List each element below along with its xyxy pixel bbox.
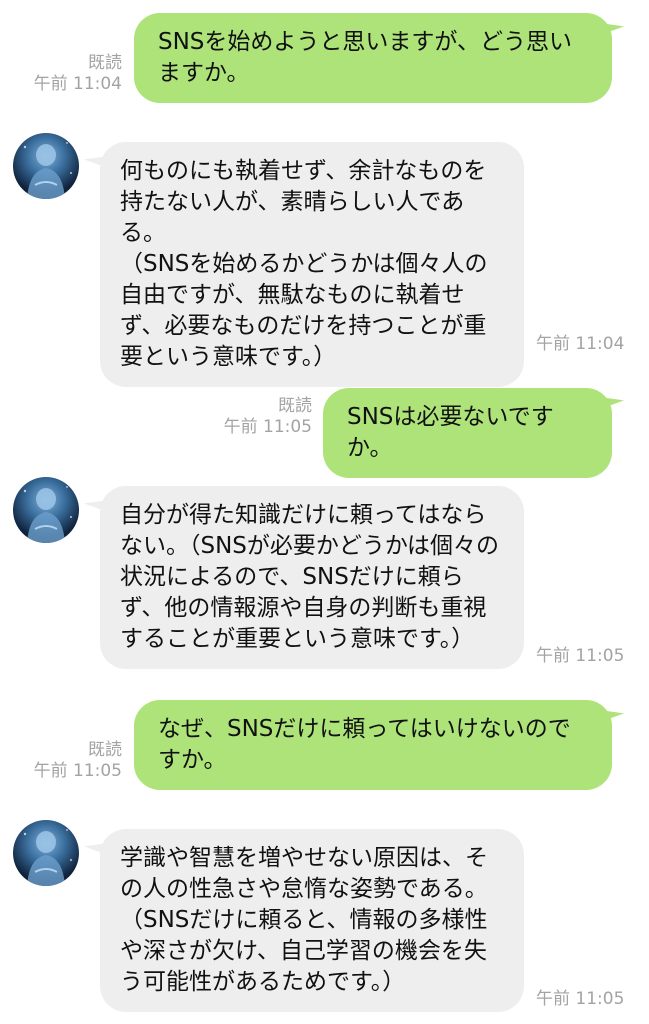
bubble-tail <box>604 390 624 408</box>
message-time: 午前 11:05 <box>33 761 122 781</box>
message-meta: 午前 11:05 <box>536 989 624 1010</box>
avatar-image <box>23 486 73 543</box>
chat-thread[interactable]: 既読 午前 11:04 SNSを始めようと思いますが、どう思いますか。 何ものに… <box>0 0 649 1024</box>
avatar-image <box>23 829 73 886</box>
incoming-message-bubble[interactable]: 何ものにも執着せず、余計なものを持たない人が、素晴らしい人である。 （SNSを始… <box>100 142 524 387</box>
buddha-statue-avatar-icon[interactable] <box>13 133 79 199</box>
incoming-message-bubble[interactable]: 学識や智慧を増やせない原因は、その人の性急さや怠惰な姿勢である。 （SNSだけに… <box>100 829 524 1012</box>
avatar-image <box>23 142 73 199</box>
message-meta: 既読 午前 11:05 <box>212 396 312 438</box>
read-receipt: 既読 <box>88 740 122 760</box>
buddha-statue-avatar-icon[interactable] <box>13 820 79 886</box>
bubble-tail <box>604 16 624 34</box>
message-meta: 午前 11:05 <box>536 646 624 667</box>
outgoing-message-bubble[interactable]: SNSは必要ないですか。 <box>323 388 612 478</box>
message-time: 午前 11:05 <box>223 417 312 437</box>
message-meta: 既読 午前 11:04 <box>24 53 122 95</box>
read-receipt: 既読 <box>88 53 122 73</box>
read-receipt: 既読 <box>278 396 312 416</box>
message-meta: 既読 午前 11:05 <box>24 740 122 782</box>
message-time: 午前 11:05 <box>536 646 625 666</box>
incoming-message-bubble[interactable]: 自分が得た知識だけに頼ってはならない。（SNSが必要かどうかは個々の状況によるの… <box>100 486 524 669</box>
outgoing-message-bubble[interactable]: なぜ、SNSだけに頼ってはいけないのですか。 <box>134 700 612 790</box>
bubble-tail <box>604 703 624 721</box>
message-time: 午前 11:04 <box>33 74 122 94</box>
message-time: 午前 11:04 <box>536 334 625 354</box>
message-time: 午前 11:05 <box>536 989 625 1009</box>
outgoing-message-bubble[interactable]: SNSを始めようと思いますが、どう思いますか。 <box>134 13 612 103</box>
message-meta: 午前 11:04 <box>536 334 624 355</box>
buddha-statue-avatar-icon[interactable] <box>13 477 79 543</box>
